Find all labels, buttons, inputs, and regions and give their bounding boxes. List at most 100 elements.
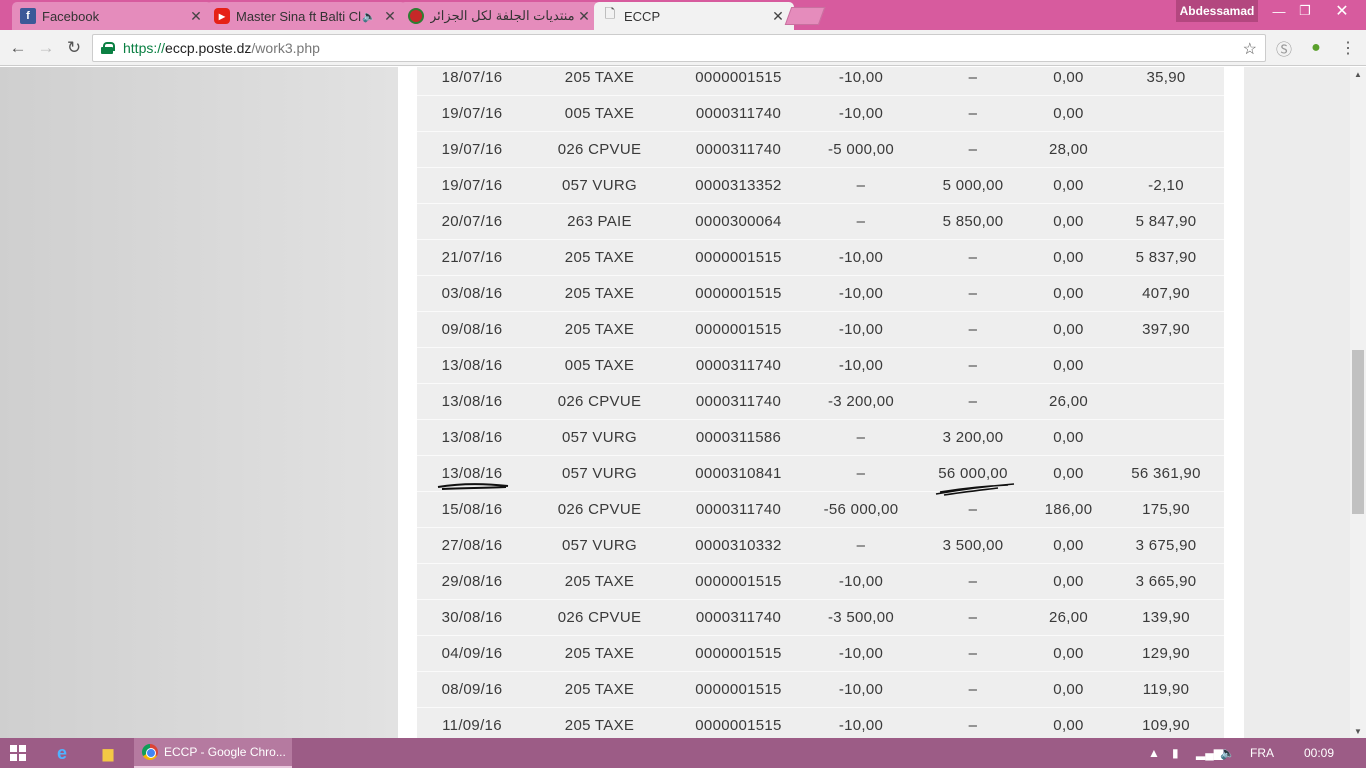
cell-date: 04/09/16 [441, 645, 503, 662]
windows-start-icon[interactable] [10, 745, 26, 761]
cell-operation: 057 VURG [562, 177, 637, 194]
forward-icon[interactable]: → [34, 36, 58, 60]
cell-balance: 129,90 [1142, 645, 1190, 662]
profile-button[interactable]: Abdessamad [1176, 0, 1258, 22]
cell-credit: – [968, 69, 978, 86]
taskbar: e ▆ ECCP - Google Chro... ▲ ▮ ▂▄▆ 🔈 FRA … [0, 738, 1366, 768]
cell-date: 30/08/16 [441, 609, 503, 626]
close-icon[interactable]: ✕ [770, 8, 786, 25]
cell-debit: -10,00 [838, 249, 884, 266]
scroll-down-icon[interactable]: ▼ [1350, 724, 1366, 738]
battery-icon[interactable]: ▮ [1172, 738, 1179, 768]
cell-date: 08/09/16 [441, 681, 503, 698]
cell-fee: 0,00 [1053, 429, 1084, 446]
table-row: 04/09/16 205 TAXE 0000001515 -10,00 – 0,00 129… [417, 636, 1224, 672]
file-explorer-icon[interactable]: ▆ [96, 741, 120, 765]
cell-balance: 407,90 [1142, 285, 1190, 302]
table-row: 13/08/16 005 TAXE 0000311740 -10,00 – 0,00 [417, 348, 1224, 384]
cell-fee: 0,00 [1053, 177, 1084, 194]
close-icon[interactable]: ✕ [576, 8, 592, 25]
internet-explorer-icon[interactable]: e [50, 741, 74, 765]
close-icon[interactable]: ✕ [382, 8, 398, 25]
cell-fee: 28,00 [1048, 141, 1089, 158]
cell-fee: 0,00 [1053, 645, 1084, 662]
address-bar[interactable]: https:// eccp.poste.dz /work3.php ☆ [92, 34, 1266, 62]
table-row: 19/07/16 026 CPVUE 0000311740 -5 000,00 – 28,… [417, 132, 1224, 168]
close-window-icon[interactable]: ✕ [1322, 0, 1362, 22]
cell-balance: 5 847,90 [1135, 213, 1197, 230]
network-icon[interactable]: ▂▄▆ [1196, 738, 1223, 768]
cell-debit: – [856, 429, 866, 446]
close-icon[interactable]: ✕ [188, 8, 204, 25]
cell-operation: 057 VURG [562, 429, 637, 446]
tab-title: ECCP [624, 8, 661, 24]
cell-operation: 005 TAXE [564, 357, 635, 374]
clock[interactable]: 00:09 [1304, 738, 1334, 768]
volume-icon[interactable]: 🔈 [1220, 738, 1235, 768]
cell-fee: 0,00 [1053, 357, 1084, 374]
cell-operation: 205 TAXE [564, 645, 635, 662]
cell-operation: 263 PAIE [567, 213, 632, 230]
vertical-scrollbar[interactable]: ▲ ▼ [1350, 67, 1366, 738]
scroll-up-icon[interactable]: ▲ [1350, 67, 1366, 81]
tab-facebook[interactable]: f Facebook ✕ [12, 2, 212, 30]
cell-credit: – [968, 717, 978, 734]
cell-reference: 0000001515 [695, 249, 782, 266]
leaf-extension-icon[interactable]: ● [1306, 38, 1326, 58]
cell-reference: 0000311740 [695, 501, 782, 518]
cell-credit: 5 000,00 [942, 177, 1004, 194]
cell-date: 13/08/16 [441, 357, 503, 374]
table-row: 03/08/16 205 TAXE 0000001515 -10,00 – 0,00 407… [417, 276, 1224, 312]
cell-reference: 0000311740 [695, 357, 782, 374]
taskbar-chrome-app[interactable]: ECCP - Google Chro... [134, 738, 292, 768]
cell-credit: – [968, 321, 978, 338]
cell-operation: 057 VURG [562, 537, 637, 554]
menu-icon[interactable]: ⋮ [1338, 38, 1358, 58]
cell-debit: – [856, 537, 866, 554]
forum-icon [408, 8, 424, 24]
cell-debit: -10,00 [838, 285, 884, 302]
cell-fee: 0,00 [1053, 285, 1084, 302]
cell-operation: 205 TAXE [564, 321, 635, 338]
cell-operation: 205 TAXE [564, 285, 635, 302]
cell-date: 13/08/16 [441, 429, 503, 446]
restore-icon[interactable]: ❐ [1290, 0, 1320, 22]
cell-reference: 0000001515 [695, 717, 782, 734]
speaker-icon[interactable]: 🔈 [362, 10, 376, 23]
skype-extension-icon[interactable]: Ⓢ [1274, 38, 1294, 59]
cell-debit: -10,00 [838, 681, 884, 698]
cell-balance: 35,90 [1146, 69, 1186, 86]
cell-credit: – [968, 141, 978, 158]
tab-eccp[interactable]: 🗋 ECCP ✕ [594, 2, 794, 30]
cell-debit: -10,00 [838, 321, 884, 338]
tab-title: منتديات الجلفة لكل الجزائر [430, 8, 575, 23]
cell-fee: 0,00 [1053, 321, 1084, 338]
cell-fee: 0,00 [1053, 69, 1084, 86]
cell-operation: 026 CPVUE [557, 141, 642, 158]
cell-date: 27/08/16 [441, 537, 503, 554]
new-tab-button[interactable] [784, 7, 826, 25]
cell-date: 15/08/16 [441, 501, 503, 518]
table-row: 18/07/16 205 TAXE 0000001515 -10,00 – 0,00 35,… [417, 67, 1224, 96]
back-icon[interactable]: ← [6, 36, 30, 60]
cell-credit: 3 200,00 [942, 429, 1004, 446]
document-icon: 🗋 [604, 6, 616, 21]
cell-reference: 0000001515 [695, 645, 782, 662]
url-scheme: https:// [123, 40, 166, 56]
cell-reference: 0000001515 [695, 681, 782, 698]
table-row: 13/08/16 026 CPVUE 0000311740 -3 200,00 – 26,… [417, 384, 1224, 420]
scroll-thumb[interactable] [1352, 350, 1364, 514]
transactions-table: 18/07/16 205 TAXE 0000001515 -10,00 – 0,00 35,… [417, 67, 1224, 738]
show-hidden-icons[interactable]: ▲ [1148, 738, 1160, 768]
cell-balance: 397,90 [1142, 321, 1190, 338]
bookmark-star-icon[interactable]: ☆ [1243, 39, 1257, 59]
tab-forum[interactable]: منتديات الجلفة لكل الجزائر ✕ [400, 2, 600, 30]
reload-icon[interactable]: ↻ [62, 36, 86, 60]
language-indicator[interactable]: FRA [1250, 738, 1274, 768]
cell-operation: 057 VURG [562, 465, 637, 482]
tab-youtube[interactable]: ▶ Master Sina ft Balti Cl 🔈 ✕ [206, 2, 406, 30]
cell-reference: 0000300064 [695, 213, 782, 230]
cell-debit: -10,00 [838, 105, 884, 122]
cell-operation: 205 TAXE [564, 681, 635, 698]
page-content: 18/07/16 205 TAXE 0000001515 -10,00 – 0,00 35,… [0, 67, 1350, 738]
